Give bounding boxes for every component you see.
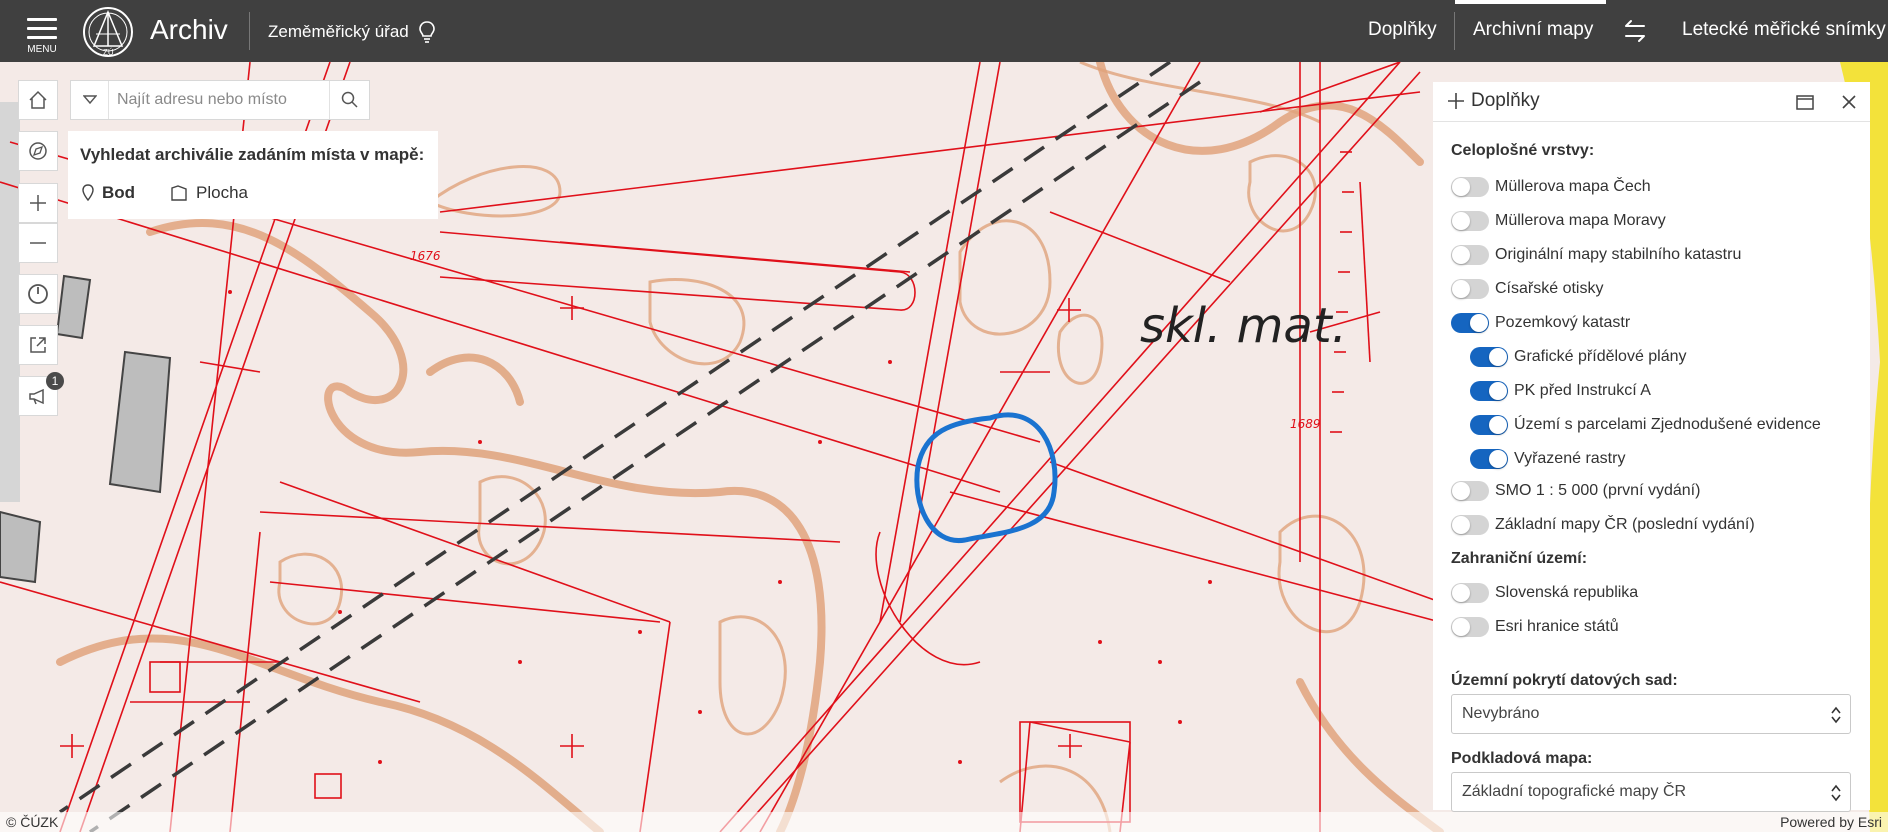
select-arrows-icon — [1831, 784, 1841, 802]
zu-logo-icon: ZÚ — [83, 7, 133, 57]
search-icon — [341, 91, 358, 108]
external-link-icon — [30, 337, 46, 353]
layer-toggle[interactable]: SMO 1 : 5 000 (první vydání) — [1451, 478, 1700, 504]
lightbulb-icon[interactable] — [418, 20, 436, 44]
notification-badge: 1 — [46, 372, 64, 390]
layer-toggle[interactable]: Pozemkový katastr — [1451, 310, 1630, 336]
pick-area-option[interactable]: Plocha — [170, 183, 248, 203]
search-source-dropdown[interactable] — [71, 81, 109, 119]
nav-archivni-mapy[interactable]: Archivní mapy — [1473, 19, 1593, 41]
open-external-button[interactable] — [18, 325, 58, 365]
locate-button[interactable] — [18, 131, 58, 171]
swap-arrows-icon[interactable] — [1620, 18, 1650, 44]
pick-point-label: Bod — [102, 183, 136, 202]
polygon-icon — [171, 185, 187, 201]
close-icon[interactable] — [1837, 90, 1861, 114]
megaphone-icon — [29, 388, 44, 405]
home-button[interactable] — [18, 80, 58, 120]
panel-title: Doplňky — [1471, 90, 1540, 111]
pick-point-option[interactable]: Bod — [82, 183, 135, 203]
home-icon — [29, 90, 47, 109]
minus-icon — [30, 242, 46, 244]
layer-toggle[interactable]: Grafické přídělové plány — [1470, 344, 1687, 370]
zoom-in-button[interactable] — [18, 183, 58, 223]
section-foreign: Zahraniční území: — [1451, 550, 1588, 567]
basemap-select[interactable]: Základní topografické mapy ČR — [1451, 772, 1851, 812]
layer-toggle[interactable]: Müllerova mapa Moravy — [1451, 208, 1666, 234]
maximize-icon[interactable] — [1793, 90, 1817, 114]
plus-icon — [1448, 93, 1464, 109]
doplnky-panel: Doplňky Celoplošné vrstvy: Müllerova map… — [1433, 82, 1870, 812]
coverage-select[interactable]: Nevybráno — [1451, 694, 1851, 734]
map-pick-panel: Vyhledat archiválie zadáním místa v mapě… — [68, 131, 438, 219]
layer-toggle[interactable]: Základní mapy ČR (poslední vydání) — [1451, 512, 1755, 538]
nav-letecke-snimky[interactable]: Letecké měřické snímky — [1682, 19, 1886, 41]
copyright: © ČÚZK — [6, 814, 59, 830]
office-name[interactable]: Zeměměřický úřad — [268, 22, 409, 42]
section-coverage: Územní pokrytí datových sad: — [1451, 672, 1678, 689]
layer-toggle[interactable]: Císařské otisky — [1451, 276, 1603, 302]
pick-area-label: Plocha — [196, 183, 248, 202]
panel-header: Doplňky — [1433, 82, 1870, 122]
pin-icon — [82, 184, 94, 202]
select-arrows-icon — [1831, 706, 1841, 724]
search-box — [70, 80, 370, 120]
layer-toggle[interactable]: Müllerova mapa Čech — [1451, 174, 1651, 200]
svg-text:1689: 1689 — [1290, 417, 1321, 431]
nav-doplnky[interactable]: Doplňky — [1368, 19, 1437, 41]
layer-toggle[interactable]: PK před Instrukcí A — [1470, 378, 1651, 404]
section-basemap: Podkladová mapa: — [1451, 750, 1593, 767]
layer-toggle[interactable]: Slovenská republika — [1451, 580, 1638, 606]
app-header: MENU ZÚ Archiv Zeměměřický úřad Doplňky … — [0, 0, 1888, 62]
layer-toggle[interactable]: Originální mapy stabilního katastru — [1451, 242, 1741, 268]
active-tab-indicator — [1455, 0, 1606, 4]
map-label-skl-mat: skl. mat. — [1140, 298, 1347, 354]
time-button[interactable] — [18, 274, 58, 314]
zoom-out-button[interactable] — [18, 223, 58, 263]
menu-button[interactable]: MENU — [26, 18, 58, 55]
search-input[interactable] — [111, 82, 327, 118]
layer-toggle[interactable]: Vyřazené rastry — [1470, 446, 1625, 472]
menu-label: MENU — [27, 44, 57, 55]
app-title: Archiv — [150, 14, 228, 45]
search-button[interactable] — [329, 81, 369, 119]
svg-text:ZÚ: ZÚ — [103, 48, 114, 57]
section-full: Celoplošné vrstvy: — [1451, 142, 1595, 159]
powered-by[interactable]: Powered by Esri — [1780, 814, 1882, 830]
clock-icon — [28, 284, 48, 304]
chevron-down-icon — [82, 95, 97, 105]
pick-title: Vyhledat archiválie zadáním místa v mapě… — [80, 145, 425, 164]
layer-toggle[interactable]: Území s parcelami Zjednodušené evidence — [1470, 412, 1821, 438]
layer-toggle[interactable]: Esri hranice států — [1451, 614, 1619, 640]
svg-text:1676: 1676 — [410, 249, 441, 263]
compass-icon — [29, 142, 47, 160]
plus-icon — [30, 195, 46, 211]
